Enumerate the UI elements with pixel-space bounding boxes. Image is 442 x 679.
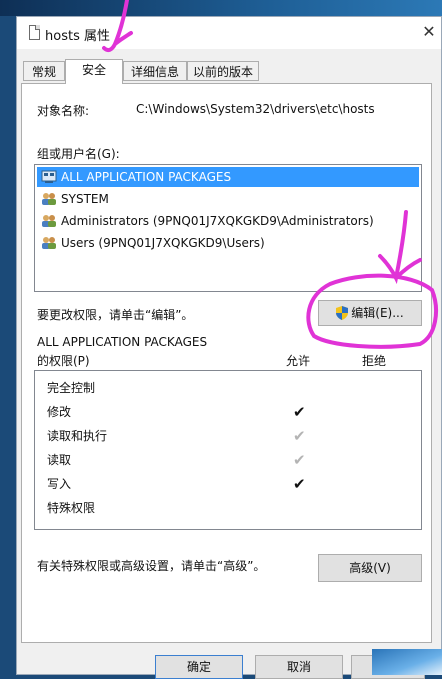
- edit-button-label: 编辑(E)...: [351, 306, 404, 320]
- tab-previous-versions[interactable]: 以前的版本: [187, 61, 259, 81]
- permission-row-full-control: 完全控制: [35, 377, 421, 399]
- list-item-label: Users (9PNQ01J7XQKGKD9\Users): [61, 236, 265, 250]
- list-item-system[interactable]: SYSTEM: [37, 189, 419, 209]
- allow-check: ✔: [293, 451, 306, 469]
- edit-button[interactable]: 编辑(E)...: [318, 300, 422, 326]
- list-item-users[interactable]: Users (9PNQ01J7XQKGKD9\Users): [37, 233, 419, 253]
- advanced-hint: 有关特殊权限或高级设置，请单击“高级”。: [37, 559, 266, 573]
- permission-row-read: 读取 ✔: [35, 449, 421, 471]
- edit-hint: 要更改权限，请单击“编辑”。: [37, 308, 194, 322]
- list-item-label: Administrators (9PNQ01J7XQKGKD9\Administ…: [61, 214, 374, 228]
- permission-name: 读取和执行: [47, 429, 108, 443]
- permission-row-read-execute: 读取和执行 ✔: [35, 425, 421, 447]
- allow-check: ✔: [293, 427, 306, 445]
- object-name-value: C:\Windows\System32\drivers\etc\hosts: [136, 102, 375, 116]
- permission-name: 写入: [47, 477, 72, 491]
- close-button[interactable]: ✕: [419, 21, 439, 43]
- groups-listbox[interactable]: ALL APPLICATION PACKAGES SYSTEM Administ…: [34, 164, 422, 292]
- tab-general[interactable]: 常规: [23, 61, 65, 81]
- tab-security[interactable]: 安全: [65, 59, 123, 84]
- permissions-title-line1: ALL APPLICATION PACKAGES: [37, 335, 208, 349]
- cancel-button[interactable]: 取消: [255, 655, 343, 679]
- permission-name: 读取: [47, 453, 72, 467]
- permissions-list: 完全控制 修改 ✔ 读取和执行 ✔ 读取 ✔ 写入 ✔ 特殊权限: [34, 370, 422, 530]
- title-bar: hosts 属性 ✕: [17, 17, 441, 49]
- document-icon: [29, 25, 40, 40]
- ok-button[interactable]: 确定: [155, 655, 243, 679]
- permission-name: 修改: [47, 405, 72, 419]
- advanced-button[interactable]: 高级(V): [318, 554, 422, 582]
- permission-row-special: 特殊权限: [35, 497, 421, 519]
- list-item-administrators[interactable]: Administrators (9PNQ01J7XQKGKD9\Administ…: [37, 211, 419, 231]
- desktop-corner: [372, 649, 442, 675]
- allow-check: ✔: [293, 475, 306, 493]
- object-name-label: 对象名称:: [37, 104, 90, 118]
- permissions-title-line2: 的权限(P): [37, 354, 90, 368]
- allow-check: ✔: [293, 403, 306, 421]
- tab-details[interactable]: 详细信息: [123, 61, 187, 81]
- permission-name: 特殊权限: [47, 501, 96, 515]
- allow-column-header: 允许: [286, 354, 311, 368]
- users-icon: [42, 193, 56, 205]
- packages-icon: [41, 170, 57, 183]
- list-item-label: ALL APPLICATION PACKAGES: [61, 170, 232, 184]
- desktop-background: [0, 0, 442, 16]
- permission-name: 完全控制: [47, 381, 96, 395]
- groups-label: 组或用户名(G):: [37, 147, 120, 161]
- list-item-all-app-packages[interactable]: ALL APPLICATION PACKAGES: [37, 167, 419, 187]
- deny-column-header: 拒绝: [362, 354, 387, 368]
- tab-strip: 常规 安全 详细信息 以前的版本: [17, 59, 441, 84]
- permission-row-write: 写入 ✔: [35, 473, 421, 495]
- users-icon: [42, 215, 56, 227]
- window-title: hosts 属性: [45, 29, 110, 44]
- users-icon: [42, 237, 56, 249]
- security-panel: 对象名称: C:\Windows\System32\drivers\etc\ho…: [21, 83, 432, 643]
- properties-dialog: hosts 属性 ✕ 常规 安全 详细信息 以前的版本 对象名称: C:\Win…: [16, 16, 442, 679]
- shield-icon: [336, 306, 349, 320]
- list-item-label: SYSTEM: [61, 192, 109, 206]
- permission-row-modify: 修改 ✔: [35, 401, 421, 423]
